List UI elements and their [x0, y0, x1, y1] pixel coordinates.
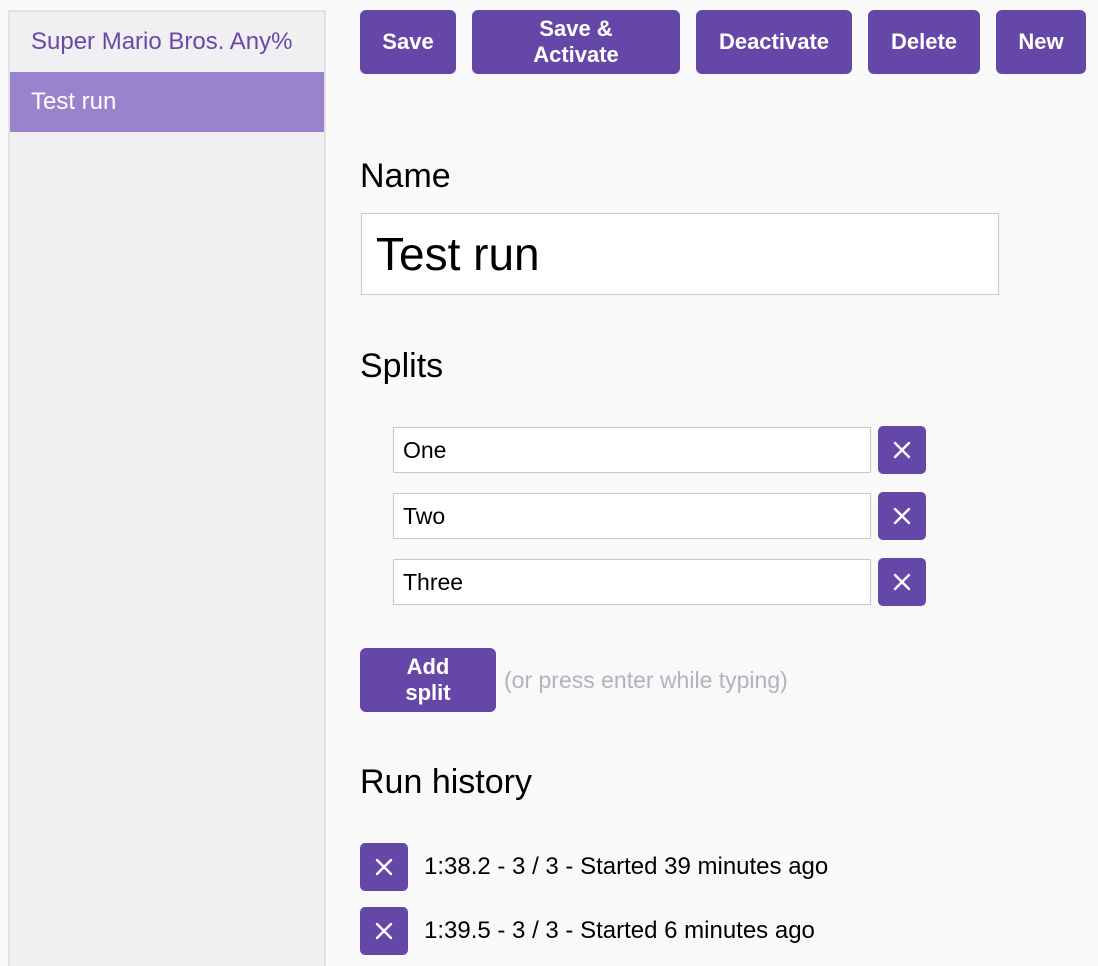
save-activate-button[interactable]: Save & Activate — [472, 10, 680, 74]
add-split-row: Add split (or press enter while typing) — [360, 648, 788, 712]
close-icon — [893, 573, 911, 591]
deactivate-button[interactable]: Deactivate — [696, 10, 852, 74]
sidebar-item-label: Super Mario Bros. Any% — [31, 28, 293, 55]
app: Super Mario Bros. Any% Test run Save Sav… — [0, 0, 1098, 966]
split-row — [393, 426, 926, 474]
toolbar: Save Save & Activate Deactivate Delete N… — [360, 10, 1086, 74]
add-split-button[interactable]: Add split — [360, 648, 496, 712]
history-row: 1:39.5 - 3 / 3 - Started 6 minutes ago — [360, 907, 815, 955]
split-row — [393, 558, 926, 606]
remove-split-button[interactable] — [878, 492, 926, 540]
name-heading: Name — [360, 157, 451, 195]
close-icon — [375, 922, 393, 940]
name-input[interactable] — [361, 213, 999, 295]
run-summary: 1:39.5 - 3 / 3 - Started 6 minutes ago — [424, 917, 815, 944]
sidebar-item-super-mario-bros[interactable]: Super Mario Bros. Any% — [10, 12, 324, 72]
delete-button[interactable]: Delete — [868, 10, 980, 74]
split-row — [393, 492, 926, 540]
split-input[interactable] — [393, 559, 871, 605]
save-button[interactable]: Save — [360, 10, 456, 74]
split-input[interactable] — [393, 493, 871, 539]
remove-split-button[interactable] — [878, 558, 926, 606]
new-button[interactable]: New — [996, 10, 1086, 74]
close-icon — [375, 858, 393, 876]
splits-heading: Splits — [360, 347, 444, 385]
remove-run-button[interactable] — [360, 907, 408, 955]
remove-split-button[interactable] — [878, 426, 926, 474]
remove-run-button[interactable] — [360, 843, 408, 891]
add-split-hint: (or press enter while typing) — [504, 666, 788, 693]
history-row: 1:38.2 - 3 / 3 - Started 39 minutes ago — [360, 843, 828, 891]
sidebar-item-label: Test run — [31, 88, 117, 115]
sidebar: Super Mario Bros. Any% Test run — [8, 10, 326, 966]
sidebar-item-test-run[interactable]: Test run — [10, 72, 324, 132]
run-history-heading: Run history — [360, 763, 532, 801]
split-input[interactable] — [393, 427, 871, 473]
run-summary: 1:38.2 - 3 / 3 - Started 39 minutes ago — [424, 853, 829, 880]
close-icon — [893, 507, 911, 525]
close-icon — [893, 441, 911, 459]
